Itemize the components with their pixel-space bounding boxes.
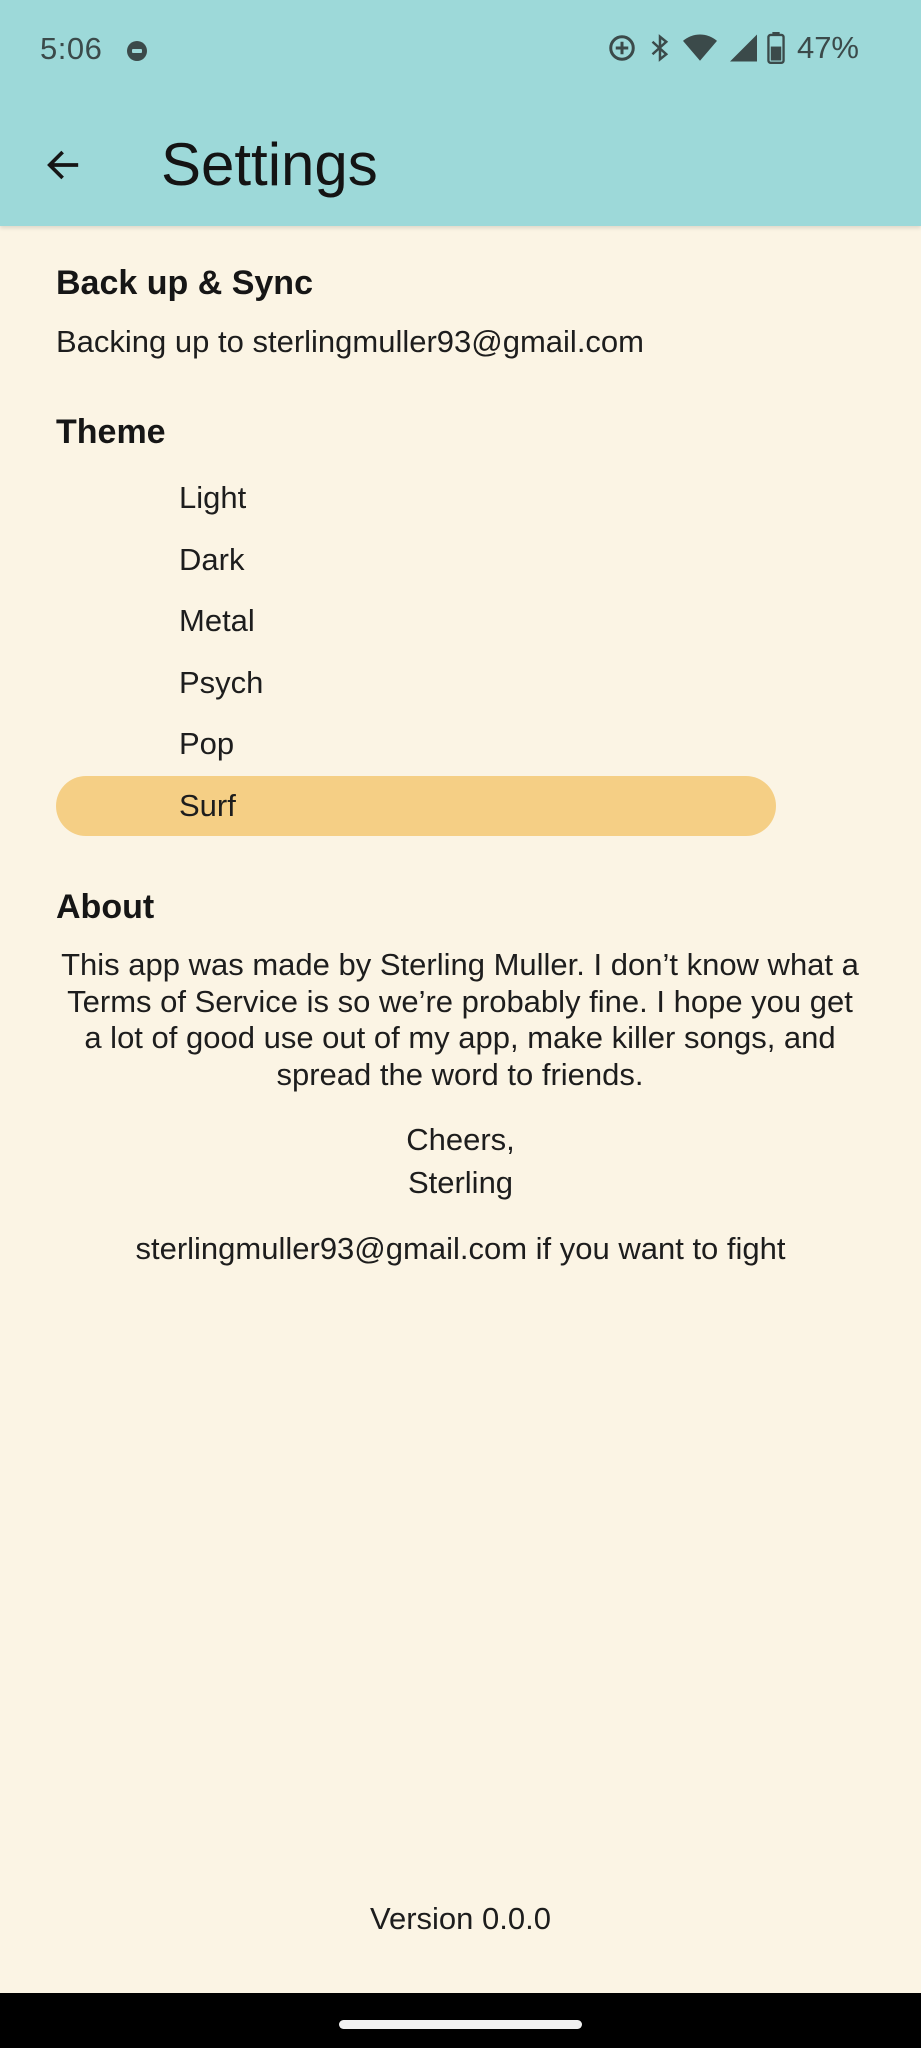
- about-line: a lot of good use out of my app, make ki…: [84, 1020, 836, 1055]
- theme-option-dark[interactable]: Dark: [56, 530, 776, 590]
- theme-option-label: Dark: [179, 542, 245, 577]
- about-line: This app was made by Sterling Muller. I …: [61, 947, 859, 982]
- theme-option-label: Metal: [179, 603, 255, 638]
- contact-line: sterlingmuller93@gmail.com if you want t…: [135, 1231, 786, 1266]
- theme-option-pop[interactable]: Pop: [56, 714, 776, 774]
- do-not-disturb-icon: [127, 41, 147, 61]
- wifi-icon: [682, 33, 717, 63]
- battery-icon: [767, 32, 785, 64]
- backup-status: Backing up to sterlingmuller93@gmail.com: [56, 324, 645, 359]
- app-bar: 5:06 47% Settings: [0, 0, 921, 226]
- signature: Sterling: [407, 1165, 514, 1200]
- about-paragraph: This app was made by Sterling Muller. I …: [50, 947, 870, 1093]
- data-saver-icon: [607, 33, 637, 63]
- status-icons: 47%: [607, 28, 859, 68]
- theme-option-light[interactable]: Light: [56, 468, 776, 528]
- sign-off: Cheers,: [406, 1122, 515, 1157]
- home-gesture-handle[interactable]: [339, 2020, 582, 2029]
- back-button[interactable]: [28, 130, 98, 200]
- theme-option-label: Psych: [179, 665, 264, 700]
- arrow-left-icon: [47, 150, 79, 180]
- bluetooth-icon: [647, 33, 673, 63]
- battery-percent: 47%: [796, 30, 859, 65]
- theme-option-metal[interactable]: Metal: [56, 591, 776, 651]
- theme-option-label: Surf: [179, 788, 236, 823]
- about-heading: About: [56, 888, 155, 926]
- cell-signal-icon: [727, 33, 757, 63]
- theme-option-label: Pop: [179, 726, 235, 761]
- about-line: Terms of Service is so we’re probably fi…: [67, 983, 853, 1019]
- page-title: Settings: [161, 131, 378, 198]
- theme-heading: Theme: [56, 413, 166, 451]
- theme-option-psych[interactable]: Psych: [56, 653, 776, 713]
- app-version: Version 0.0.0: [370, 1901, 551, 1936]
- about-line: spread the word to friends.: [276, 1056, 644, 1092]
- theme-option-label: Light: [179, 480, 247, 515]
- system-navigation-bar: [0, 1993, 921, 2048]
- status-time: 5:06: [40, 31, 103, 66]
- theme-option-surf[interactable]: Surf: [56, 776, 776, 836]
- backup-heading: Back up & Sync: [56, 264, 313, 302]
